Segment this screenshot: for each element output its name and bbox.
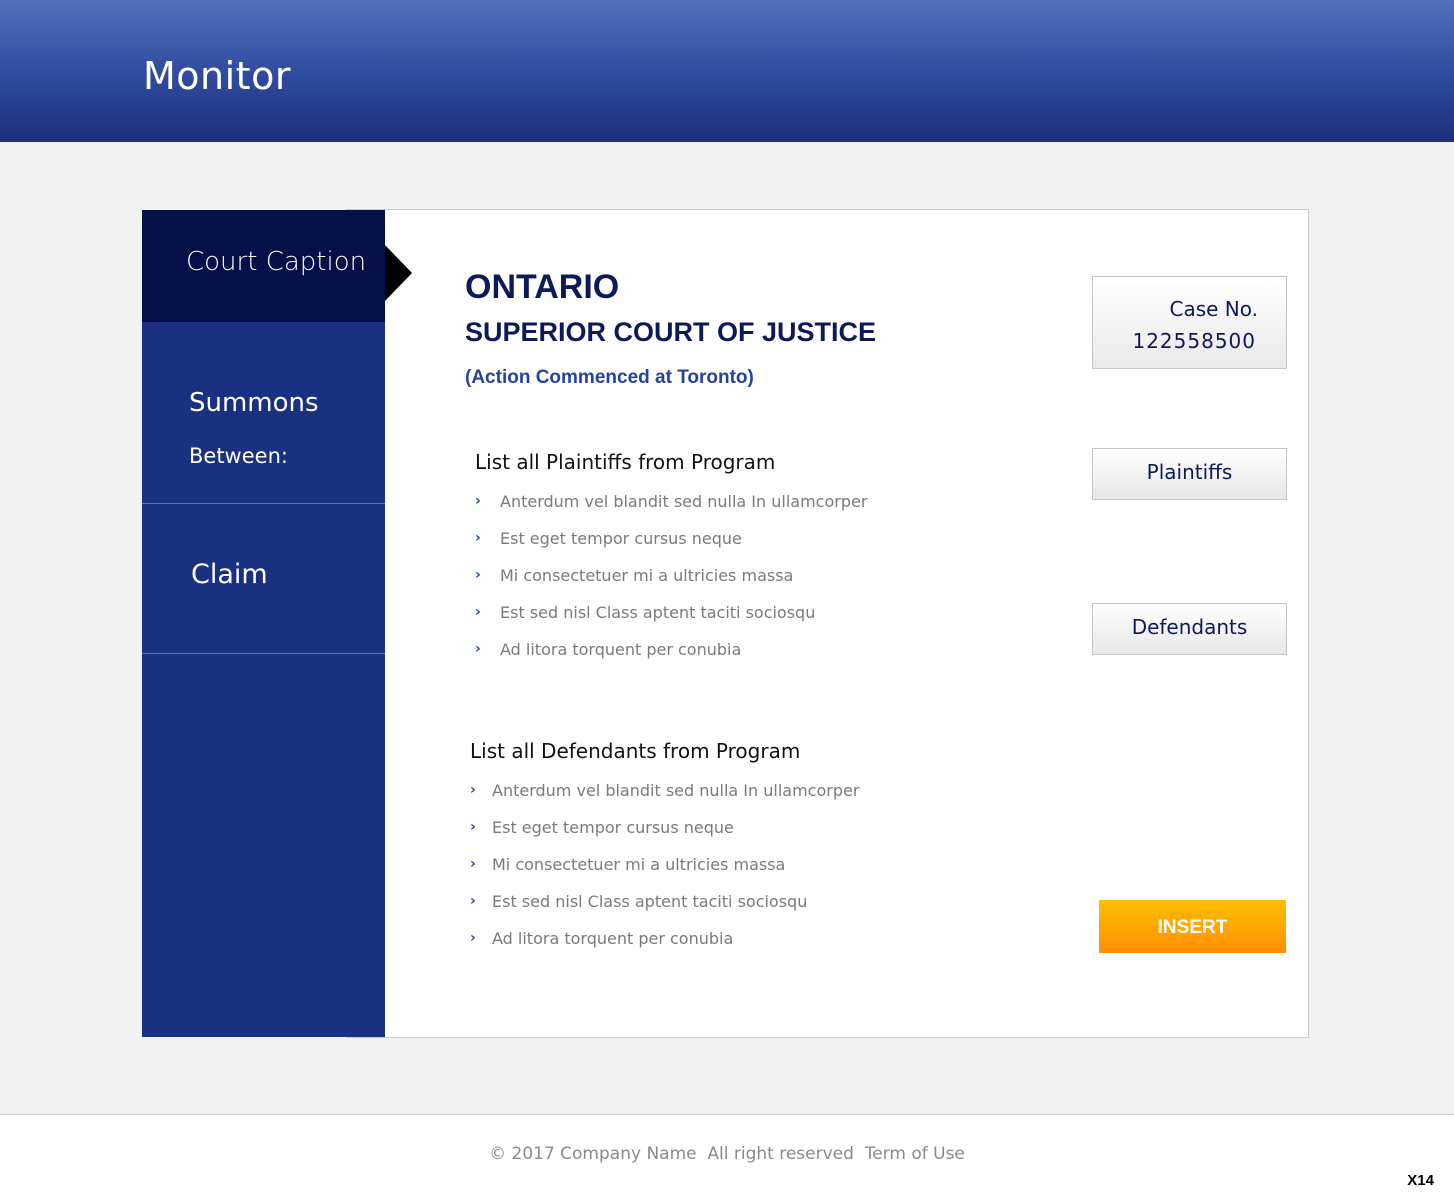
- page-code: X14: [1407, 1172, 1434, 1189]
- plaintiffs-list-heading: List all Plaintiffs from Program: [475, 450, 776, 474]
- court-heading: SUPERIOR COURT OF JUSTICE: [465, 317, 877, 347]
- sidebar-item-label: Claim: [191, 559, 268, 590]
- insert-button[interactable]: INSERT: [1099, 900, 1286, 953]
- chevron-right-icon: ›: [475, 530, 481, 546]
- chevron-right-icon: ›: [475, 604, 481, 620]
- defendants-button[interactable]: Defendants: [1092, 603, 1287, 655]
- province-heading: ONTARIO: [465, 268, 620, 306]
- chevron-right-icon: ›: [475, 641, 481, 657]
- chevron-right-icon: ›: [470, 856, 476, 872]
- sidebar-item-label: Summons: [189, 388, 319, 418]
- sidebar-item-court-caption[interactable]: Court Caption: [142, 210, 412, 322]
- case-number-value: 122558500: [1132, 329, 1256, 353]
- sidebar-item-claim[interactable]: Claim: [142, 504, 385, 654]
- app-title: Monitor: [143, 54, 291, 98]
- chevron-right-icon: ›: [470, 782, 476, 798]
- sidebar-item-label: Court Caption: [186, 247, 367, 277]
- case-number-label: Case No.: [1169, 297, 1258, 321]
- chevron-right-icon: ›: [475, 493, 481, 509]
- sidebar-item-sublabel: Between:: [189, 444, 288, 468]
- copyright-text: © 2017 Company Name All right reserved T…: [489, 1144, 965, 1164]
- sidebar-item-summons[interactable]: Summons Between:: [142, 322, 385, 504]
- app-header: Monitor: [0, 0, 1454, 142]
- defendants-list-heading: List all Defendants from Program: [470, 739, 801, 763]
- chevron-right-icon: ›: [470, 893, 476, 909]
- footer: © 2017 Company Name All right reserved T…: [0, 1114, 1454, 1201]
- case-number-box: Case No. 122558500: [1092, 276, 1287, 369]
- chevron-right-icon: ›: [470, 930, 476, 946]
- chevron-right-icon: ›: [475, 567, 481, 583]
- plaintiffs-button[interactable]: Plaintiffs: [1092, 448, 1287, 500]
- chevron-right-icon: ›: [470, 819, 476, 835]
- active-pointer-icon: [385, 245, 412, 301]
- action-commenced-text: (Action Commenced at Toronto): [465, 367, 754, 388]
- sidebar: Court Caption Summons Between: Claim: [142, 210, 412, 1037]
